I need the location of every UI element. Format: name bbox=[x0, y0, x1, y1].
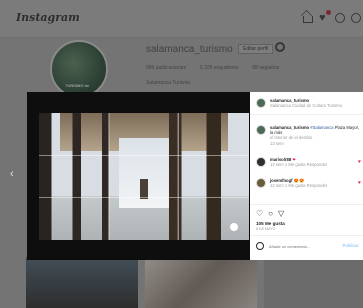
commenter-avatar[interactable] bbox=[256, 125, 266, 135]
post-modal: salamanca_turismo Salamanca Ciudad de Cu… bbox=[27, 92, 363, 260]
comment-meta: 12 sem 1 Me gusta Responder bbox=[270, 183, 328, 189]
comment-text-block: marisolr88 ❤ 12 sem 1 Me gusta Responder bbox=[270, 157, 362, 167]
likes-count[interactable]: 105 Me gusta bbox=[256, 221, 285, 226]
comment-meta: 13 sem bbox=[270, 140, 284, 146]
emoji-smile-icon[interactable] bbox=[256, 242, 264, 250]
tagged-user-icon[interactable] bbox=[230, 223, 238, 231]
comment-item: marisolr88 ❤ 12 sem 1 Me gusta Responder bbox=[256, 157, 362, 167]
previous-post-chevron-icon[interactable]: ‹ bbox=[10, 168, 14, 180]
author-subtitle: Salamanca Ciudad de Cultura Turismo bbox=[270, 103, 342, 109]
add-comment-row bbox=[256, 242, 339, 250]
post-sidebar: salamanca_turismo Salamanca Ciudad de Cu… bbox=[250, 92, 363, 260]
comment-like-heart-icon[interactable]: ♥ bbox=[358, 159, 361, 165]
comment-like-heart-icon[interactable]: ♥ bbox=[358, 180, 361, 186]
divider bbox=[250, 235, 363, 236]
post-photo-arcade[interactable] bbox=[39, 113, 249, 240]
divider bbox=[250, 204, 363, 205]
photo-grid-overlay bbox=[39, 113, 249, 240]
comment-bubble-icon[interactable]: ○ bbox=[268, 209, 273, 218]
author-avatar[interactable] bbox=[256, 98, 266, 108]
post-date: 6 DE MAYO bbox=[256, 227, 276, 231]
publish-comment-button[interactable]: Publicar bbox=[342, 243, 359, 248]
post-header: salamanca_turismo Salamanca Ciudad de Cu… bbox=[256, 98, 362, 108]
comment-text-block: josemfnogf 😍😍 12 sem 1 Me gusta Responde… bbox=[270, 178, 362, 188]
comment-item: josemfnogf 😍😍 12 sem 1 Me gusta Responde… bbox=[256, 178, 362, 188]
share-send-icon[interactable]: ▽ bbox=[278, 209, 284, 218]
comment-meta: 12 sem 1 Me gusta Responder bbox=[270, 162, 328, 168]
post-media-area bbox=[27, 92, 250, 260]
commenter-avatar[interactable] bbox=[256, 178, 266, 188]
like-heart-icon[interactable]: ♡ bbox=[256, 209, 263, 218]
post-actions: ♡ ○ ▽ bbox=[256, 209, 284, 218]
comment-hashtag[interactable]: #Salamanca bbox=[310, 125, 333, 130]
comment-text-block: salamanca_turismo #Salamanca Plaza Mayor… bbox=[270, 125, 362, 146]
commenter-avatar[interactable] bbox=[256, 157, 266, 167]
comment-item: salamanca_turismo #Salamanca Plaza Mayor… bbox=[256, 125, 362, 146]
post-header-text: salamanca_turismo Salamanca Ciudad de Cu… bbox=[270, 98, 362, 108]
comment-input[interactable] bbox=[269, 243, 339, 249]
divider bbox=[250, 114, 363, 115]
